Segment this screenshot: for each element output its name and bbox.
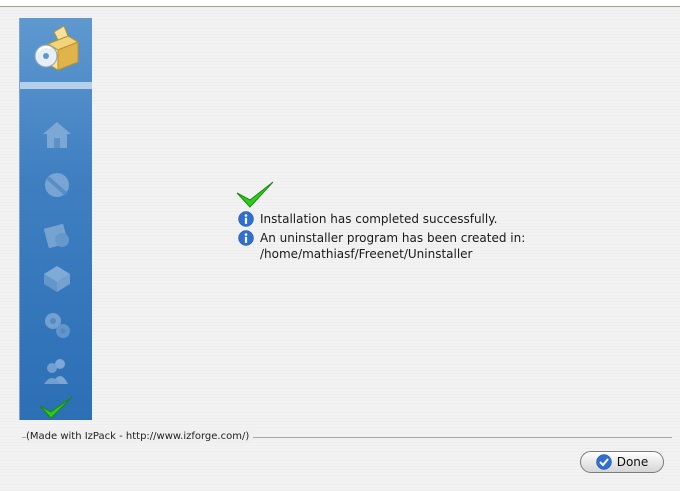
message-text: An uninstaller program has been created … (260, 231, 526, 245)
hello-step-icon (43, 122, 71, 148)
info-step-icon (45, 173, 69, 197)
steps-sidebar (19, 18, 92, 420)
done-label: Done (616, 455, 649, 469)
finish-check-icon (39, 396, 73, 419)
sidebar-stripe (20, 82, 92, 89)
window-top-border (0, 0, 680, 7)
done-check-icon (595, 454, 612, 470)
done-button[interactable]: Done (580, 451, 664, 473)
install-step-icon (44, 359, 68, 384)
message-text: Installation has completed successfully. (260, 212, 498, 226)
uninstaller-path: /home/mathiasf/Freenet/Uninstaller (260, 247, 473, 261)
installer-window: Installation has completed successfully.… (0, 0, 680, 491)
info-icon (238, 211, 254, 227)
licence-step-icon (43, 223, 69, 249)
target-step-icon (44, 266, 70, 292)
footer-credit: (Made with IzPack - http://www.izforge.c… (26, 431, 254, 442)
packs-step-icon (45, 313, 70, 338)
message-line-1: Installation has completed successfully. (238, 210, 497, 228)
message-line-2: An uninstaller program has been created … (238, 229, 525, 247)
installer-box-icon (34, 25, 80, 71)
info-icon (238, 230, 254, 246)
green-check-icon (236, 181, 274, 208)
